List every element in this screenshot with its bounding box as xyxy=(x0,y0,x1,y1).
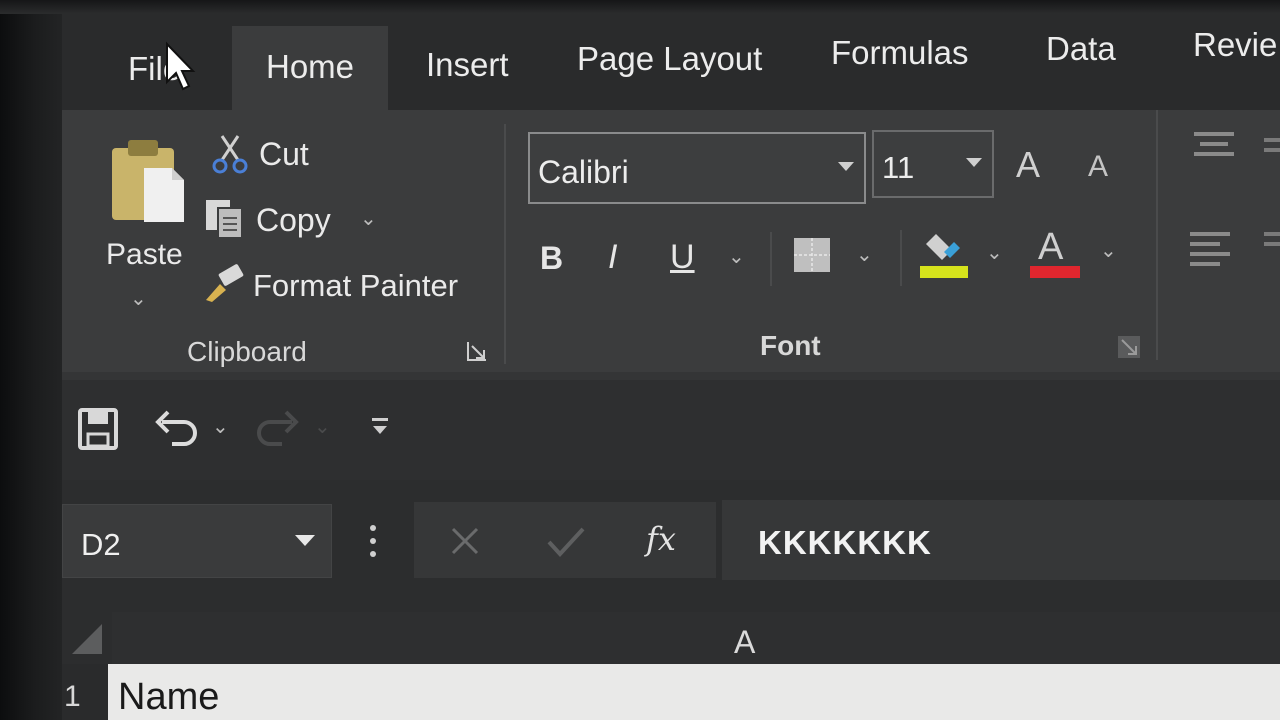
more-options-icon[interactable] xyxy=(368,524,378,558)
bold-button[interactable]: B xyxy=(540,240,563,277)
font-group-label: Font xyxy=(760,330,821,361)
scissors-icon[interactable] xyxy=(210,134,250,174)
underline-button[interactable]: U xyxy=(670,238,695,277)
formula-input[interactable]: KKKKKKK xyxy=(722,500,1280,580)
enter-icon[interactable] xyxy=(546,526,586,558)
paste-dropdown[interactable]: ⌄ xyxy=(130,286,147,311)
monitor-bezel-left xyxy=(0,0,62,720)
undo-dropdown[interactable]: ⌄ xyxy=(212,414,229,439)
font-family-combobox[interactable]: Calibri xyxy=(528,132,866,204)
font-separator-2 xyxy=(900,230,902,286)
cut-button[interactable]: Cut xyxy=(259,136,309,173)
border-dropdown[interactable]: ⌄ xyxy=(856,242,873,267)
group-separator-right xyxy=(1156,110,1158,360)
tab-formulas[interactable]: Formulas xyxy=(831,34,969,72)
cell-a1[interactable]: Name xyxy=(108,664,1280,720)
border-icon[interactable] xyxy=(792,236,832,274)
copy-button[interactable]: Copy xyxy=(256,202,331,239)
clipboard-group-label: Clipboard xyxy=(187,336,307,367)
undo-icon[interactable] xyxy=(154,408,197,448)
dialog-launcher-icon[interactable] xyxy=(466,340,488,362)
font-separator xyxy=(770,232,772,286)
font-color-button[interactable]: A xyxy=(1038,226,1063,269)
name-box-value: D2 xyxy=(81,527,121,562)
save-icon[interactable] xyxy=(78,408,118,450)
formula-content: KKKKKKK xyxy=(758,524,932,561)
tab-review[interactable]: Revie xyxy=(1193,26,1277,64)
cell-a1-value: Name xyxy=(118,676,220,718)
font-family-value: Calibri xyxy=(538,154,629,190)
redo-dropdown: ⌄ xyxy=(314,416,331,438)
dialog-launcher-icon[interactable] xyxy=(1116,334,1142,360)
mouse-pointer-icon xyxy=(166,41,196,91)
format-painter-button[interactable]: Format Painter xyxy=(253,268,458,304)
cancel-icon[interactable] xyxy=(450,526,480,556)
font-size-combobox[interactable]: 11 xyxy=(872,130,994,198)
paste-icon[interactable] xyxy=(110,138,186,224)
row-1-label: 1 xyxy=(64,680,81,713)
ribbon-bottom-edge xyxy=(62,372,1280,380)
chevron-down-icon[interactable] xyxy=(966,158,982,167)
customize-qat-icon[interactable] xyxy=(370,416,390,438)
align-icon[interactable] xyxy=(1190,128,1280,278)
highlight-icon[interactable] xyxy=(918,228,970,280)
quick-access-toolbar xyxy=(62,380,1280,480)
tab-insert[interactable]: Insert xyxy=(426,46,509,84)
font-color-bar xyxy=(1030,266,1080,278)
font-color-dropdown[interactable]: ⌄ xyxy=(1100,238,1117,263)
paste-button[interactable]: Paste xyxy=(106,238,183,272)
highlight-dropdown[interactable]: ⌄ xyxy=(986,240,1003,265)
select-all-icon[interactable] xyxy=(68,620,104,656)
redo-icon[interactable] xyxy=(257,408,300,448)
monitor-bezel-top xyxy=(0,0,1280,14)
column-header-a[interactable]: A xyxy=(112,612,1280,664)
group-separator xyxy=(504,124,506,364)
chevron-down-icon[interactable] xyxy=(838,162,854,171)
chevron-down-icon[interactable] xyxy=(295,535,315,546)
name-box[interactable]: D2 xyxy=(62,504,332,578)
column-a-label: A xyxy=(734,624,756,660)
shrink-font-button[interactable]: A xyxy=(1088,150,1108,184)
tab-data[interactable]: Data xyxy=(1046,30,1116,68)
tab-page-layout[interactable]: Page Layout xyxy=(577,40,762,78)
underline-dropdown[interactable]: ⌄ xyxy=(728,244,745,269)
copy-dropdown[interactable]: ⌄ xyxy=(360,206,377,231)
grow-font-button[interactable]: A xyxy=(1016,144,1040,186)
format-painter-icon[interactable] xyxy=(202,264,246,304)
font-size-value: 11 xyxy=(882,150,915,185)
tab-home[interactable]: Home xyxy=(266,48,354,86)
italic-button[interactable]: I xyxy=(608,238,617,277)
copy-icon[interactable] xyxy=(204,198,246,240)
insert-function-button[interactable]: fx xyxy=(646,520,676,558)
